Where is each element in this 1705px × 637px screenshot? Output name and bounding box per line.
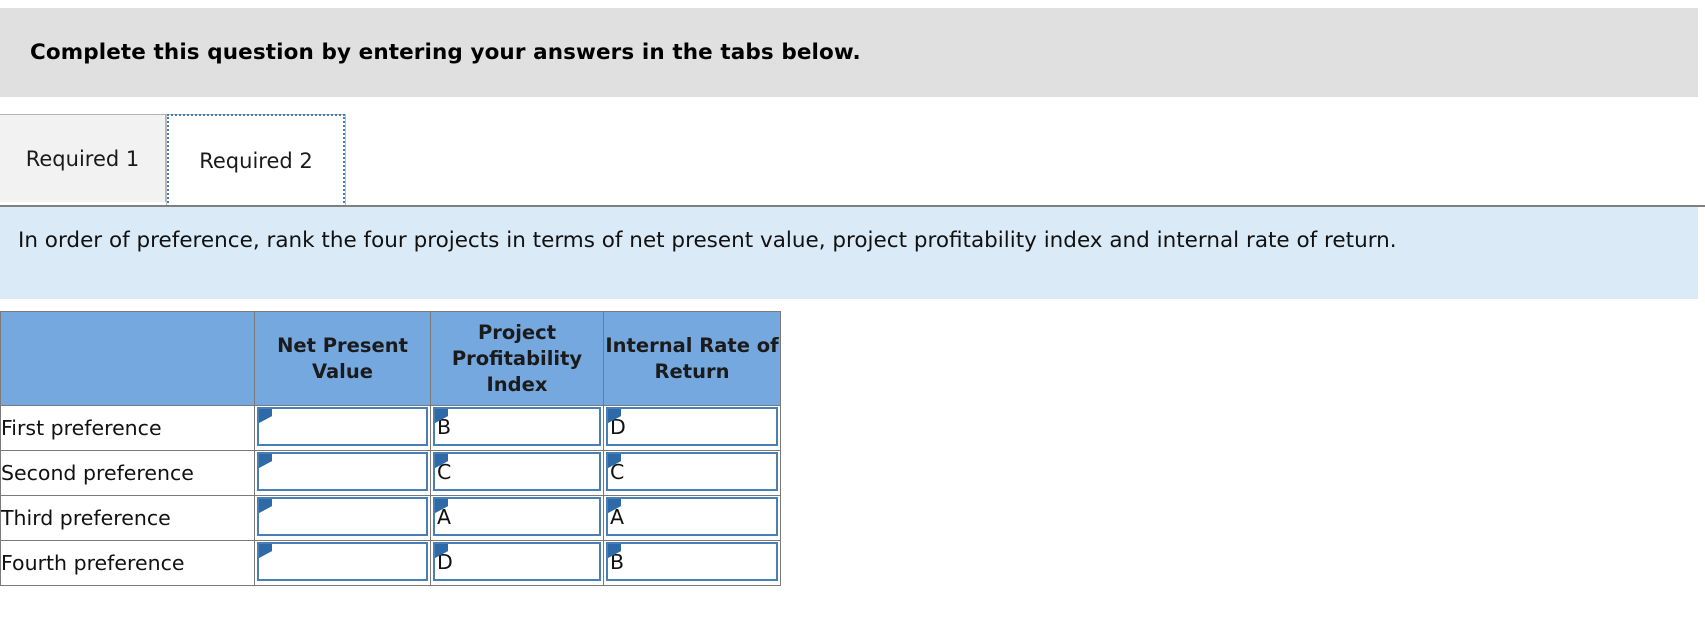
instruction-text: In order of preference, rank the four pr… xyxy=(18,228,1397,253)
row-label-second-preference: Second preference xyxy=(0,450,255,496)
cell-npv-first xyxy=(254,405,431,451)
cell-npv-fourth xyxy=(254,540,431,586)
row-label-fourth-preference: Fourth preference xyxy=(0,540,255,586)
cell-irr-third: A xyxy=(603,495,781,541)
input-irr-third-preference[interactable]: A xyxy=(606,497,778,536)
input-npv-third-preference[interactable] xyxy=(257,497,428,536)
dropdown-triangle-icon xyxy=(435,454,448,468)
row-label-third-preference: Third preference xyxy=(0,495,255,541)
input-ppi-third-preference[interactable]: A xyxy=(433,497,601,536)
column-header-internal-rate-of-return: Internal Rate of Return xyxy=(603,311,781,406)
tab-required-2-label: Required 2 xyxy=(199,149,313,173)
answer-table-head: Net Present Value Project Profitability … xyxy=(0,311,781,406)
dropdown-triangle-icon xyxy=(435,544,448,558)
column-header-project-profitability-index: Project Profitability Index xyxy=(430,311,604,406)
input-irr-second-preference[interactable]: C xyxy=(606,452,778,491)
table-row: Second preference C C xyxy=(0,450,781,496)
cell-irr-first: D xyxy=(603,405,781,451)
question-banner: Complete this question by entering your … xyxy=(0,8,1698,97)
dropdown-triangle-icon xyxy=(435,499,448,513)
cell-ppi-first: B xyxy=(430,405,604,451)
dropdown-triangle-icon xyxy=(259,454,272,468)
input-irr-first-preference[interactable]: D xyxy=(606,407,778,446)
tab-required-2[interactable]: Required 2 xyxy=(166,114,346,208)
dropdown-triangle-icon xyxy=(259,499,272,513)
dropdown-triangle-icon xyxy=(259,544,272,558)
cell-npv-third xyxy=(254,495,431,541)
input-ppi-fourth-preference[interactable]: D xyxy=(433,542,601,581)
tab-required-1-label: Required 1 xyxy=(25,146,140,171)
cell-npv-second xyxy=(254,450,431,496)
instruction-bar: In order of preference, rank the four pr… xyxy=(0,207,1698,299)
table-row: First preference B D xyxy=(0,405,781,451)
row-label-first-preference: First preference xyxy=(0,405,255,451)
answer-table: Net Present Value Project Profitability … xyxy=(0,311,781,586)
cell-ppi-third: A xyxy=(430,495,604,541)
input-npv-second-preference[interactable] xyxy=(257,452,428,491)
tab-strip: Required 1 Required 2 xyxy=(0,114,1705,208)
cell-ppi-fourth: D xyxy=(430,540,604,586)
cell-irr-fourth: B xyxy=(603,540,781,586)
dropdown-triangle-icon xyxy=(259,409,272,423)
cell-irr-second: C xyxy=(603,450,781,496)
cell-ppi-second: C xyxy=(430,450,604,496)
dropdown-triangle-icon xyxy=(435,409,448,423)
dropdown-triangle-icon xyxy=(608,454,621,468)
dropdown-triangle-icon xyxy=(608,409,621,423)
input-npv-first-preference[interactable] xyxy=(257,407,428,446)
input-ppi-first-preference[interactable]: B xyxy=(433,407,601,446)
corner-header-cell xyxy=(0,311,255,406)
table-row: Third preference A A xyxy=(0,495,781,541)
input-irr-fourth-preference[interactable]: B xyxy=(606,542,778,581)
answer-table-body: First preference B D Second preference C… xyxy=(0,405,781,586)
column-header-net-present-value: Net Present Value xyxy=(254,311,431,406)
table-row: Fourth preference D B xyxy=(0,540,781,586)
input-ppi-second-preference[interactable]: C xyxy=(433,452,601,491)
dropdown-triangle-icon xyxy=(608,544,621,558)
question-banner-text: Complete this question by entering your … xyxy=(30,40,861,65)
dropdown-triangle-icon xyxy=(608,499,621,513)
input-npv-fourth-preference[interactable] xyxy=(257,542,428,581)
header-row: Net Present Value Project Profitability … xyxy=(0,311,781,406)
tab-required-1[interactable]: Required 1 xyxy=(0,114,166,202)
answer-table-wrapper: Net Present Value Project Profitability … xyxy=(0,311,781,586)
